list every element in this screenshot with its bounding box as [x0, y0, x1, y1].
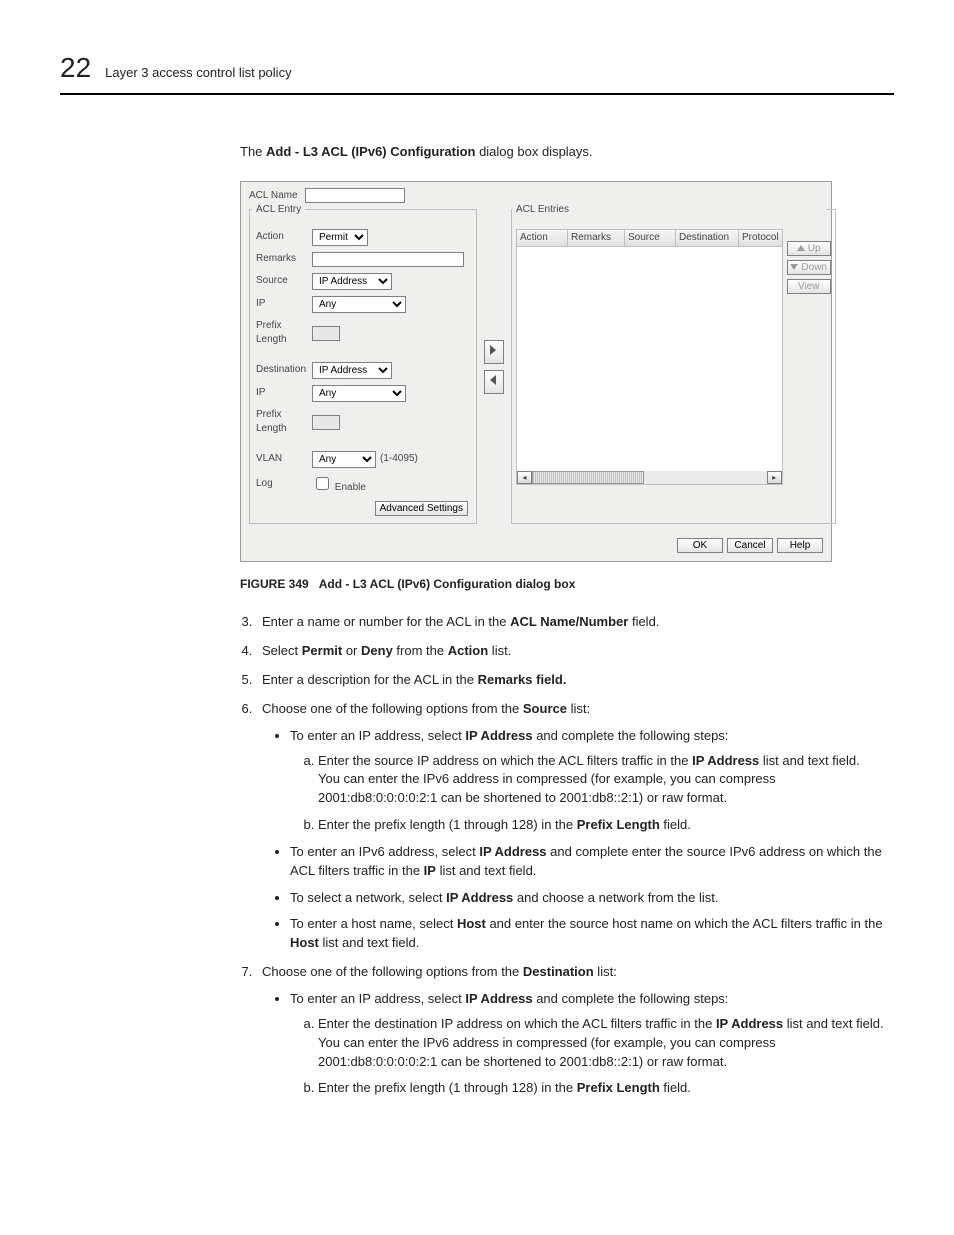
horizontal-scrollbar[interactable]: ◂ ▸: [517, 471, 782, 484]
view-button[interactable]: View: [787, 279, 831, 294]
step6a-sub-b: Enter the prefix length (1 through 128) …: [318, 816, 894, 835]
dialog-screenshot: ACL Name ACL Entry Action Permit Remarks…: [240, 181, 832, 562]
advanced-settings-button[interactable]: Advanced Settings: [375, 501, 468, 516]
triangle-up-icon: [797, 245, 805, 251]
step6-bullet-a: To enter an IP address, select IP Addres…: [290, 727, 894, 835]
step6-bullet-d: To enter a host name, select Host and en…: [290, 915, 894, 953]
step-6: Choose one of the following options from…: [256, 700, 894, 953]
up-label: Up: [808, 243, 821, 254]
step6-bullet-b: To enter an IPv6 address, select IP Addr…: [290, 843, 894, 881]
step7a-sub: Enter the destination IP address on whic…: [298, 1015, 894, 1098]
down-button[interactable]: Down: [787, 260, 831, 275]
page-container: 22 Layer 3 access control list policy Th…: [0, 0, 954, 1168]
remarks-input[interactable]: [312, 252, 464, 267]
log-checkbox-label[interactable]: Enable: [312, 474, 366, 496]
source-select[interactable]: IP Address: [312, 273, 392, 290]
prefix2-label: Prefix Length: [256, 408, 312, 437]
th-protocol[interactable]: Protocol: [739, 230, 782, 246]
step7-bullets: To enter an IP address, select IP Addres…: [270, 990, 894, 1098]
step6a-sub: Enter the source IP address on which the…: [298, 752, 894, 835]
figure-text: Add - L3 ACL (IPv6) Configuration dialog…: [319, 577, 576, 591]
th-destination[interactable]: Destination: [676, 230, 739, 246]
scroll-right-button[interactable]: ▸: [767, 471, 782, 484]
entries-table-body[interactable]: ◂ ▸: [516, 247, 783, 485]
step6-bullet-c: To select a network, select IP Address a…: [290, 889, 894, 908]
remarks-label: Remarks: [256, 252, 312, 267]
figure-caption: FIGURE 349 Add - L3 ACL (IPv6) Configura…: [240, 576, 894, 593]
help-button[interactable]: Help: [777, 538, 823, 553]
figure-number: FIGURE 349: [240, 577, 309, 591]
up-button[interactable]: Up: [787, 241, 831, 256]
acl-name-input[interactable]: [305, 188, 405, 203]
dest-prefix-input[interactable]: [312, 415, 340, 430]
chevron-left-icon: [490, 375, 498, 385]
action-select[interactable]: Permit: [312, 229, 368, 246]
source-prefix-input[interactable]: [312, 326, 340, 341]
acl-name-label: ACL Name: [249, 189, 305, 204]
cancel-button[interactable]: Cancel: [727, 538, 773, 553]
ip-label: IP: [256, 297, 312, 312]
acl-entries-title: ACL Entries: [512, 203, 827, 218]
page-number: 22: [60, 48, 91, 89]
ok-button[interactable]: OK: [677, 538, 723, 553]
log-checkbox[interactable]: [316, 477, 329, 490]
vlan-range: (1-4095): [380, 452, 418, 467]
move-left-button[interactable]: [484, 370, 504, 394]
dest-ip-select[interactable]: Any: [312, 385, 406, 402]
vlan-label: VLAN: [256, 452, 312, 467]
section-title: Layer 3 access control list policy: [105, 64, 291, 83]
step-3: Enter a name or number for the ACL in th…: [256, 613, 894, 632]
acl-name-row: ACL Name: [249, 188, 823, 203]
step-5: Enter a description for the ACL in the R…: [256, 671, 894, 690]
source-ip-select[interactable]: Any: [312, 296, 406, 313]
step7a-sub-b: Enter the prefix length (1 through 128) …: [318, 1079, 894, 1098]
entries-table-header: Action Remarks Source Destination Protoc…: [516, 229, 783, 247]
move-right-button[interactable]: [484, 340, 504, 364]
chevron-right-icon: [490, 345, 498, 355]
acl-entries-group: ACL Entries Action Remarks Source Destin…: [511, 209, 836, 524]
ip2-label: IP: [256, 386, 312, 401]
acl-entry-title: ACL Entry: [252, 203, 305, 218]
th-action[interactable]: Action: [517, 230, 568, 246]
action-label: Action: [256, 230, 312, 245]
acl-entry-group: ACL Entry Action Permit Remarks Source I…: [249, 209, 477, 524]
dest-select[interactable]: IP Address: [312, 362, 392, 379]
step7-bullet-a: To enter an IP address, select IP Addres…: [290, 990, 894, 1098]
intro-line: The Add - L3 ACL (IPv6) Configuration di…: [240, 143, 894, 162]
step-7: Choose one of the following options from…: [256, 963, 894, 1098]
vlan-select[interactable]: Any: [312, 451, 376, 468]
th-source[interactable]: Source: [625, 230, 676, 246]
page-header: 22 Layer 3 access control list policy: [60, 48, 894, 95]
dest-label: Destination: [256, 363, 312, 378]
prefix-label: Prefix Length: [256, 319, 312, 348]
step6a-sub-a: Enter the source IP address on which the…: [318, 752, 894, 809]
triangle-down-icon: [790, 264, 798, 270]
intro-bold: Add - L3 ACL (IPv6) Configuration: [266, 144, 475, 159]
source-label: Source: [256, 274, 312, 289]
step6-bullets: To enter an IP address, select IP Addres…: [270, 727, 894, 953]
th-remarks[interactable]: Remarks: [568, 230, 625, 246]
log-label: Log: [256, 477, 312, 492]
step-4: Select Permit or Deny from the Action li…: [256, 642, 894, 661]
steps-list: Enter a name or number for the ACL in th…: [228, 613, 894, 1098]
scroll-thumb[interactable]: [532, 471, 644, 484]
log-cb-text: Enable: [335, 482, 366, 493]
intro-prefix: The: [240, 144, 266, 159]
intro-suffix: dialog box displays.: [475, 144, 592, 159]
scroll-left-button[interactable]: ◂: [517, 471, 532, 484]
step7a-sub-a: Enter the destination IP address on whic…: [318, 1015, 894, 1072]
down-label: Down: [801, 262, 827, 273]
